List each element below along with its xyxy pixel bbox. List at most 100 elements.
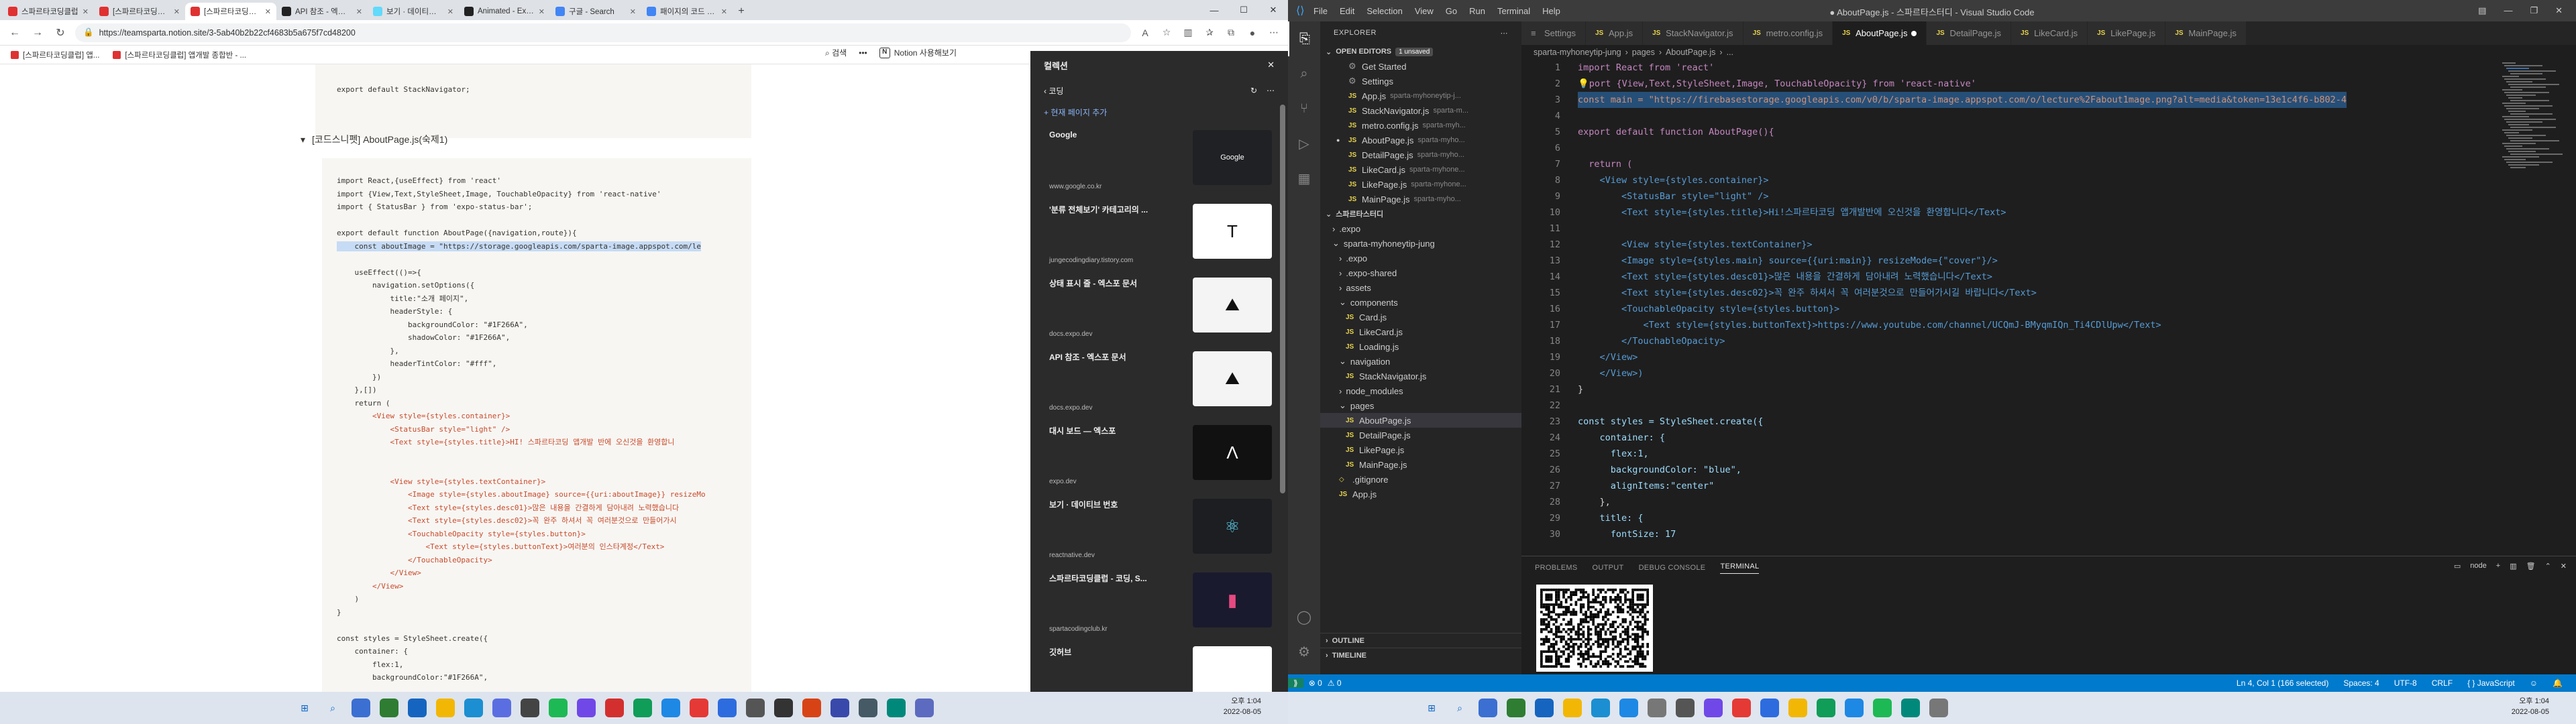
search-icon[interactable]: ⌕ [1288,56,1320,91]
menu-go[interactable]: Go [1446,6,1457,16]
extensions-icon[interactable]: ▦ [1288,161,1320,196]
tree-folder[interactable]: › .expo [1320,251,1521,265]
store-icon[interactable] [1619,699,1638,717]
collections-icon[interactable]: ⧉ [1224,25,1238,40]
open-editor-item[interactable]: JS App.js sparta-myhoneytip-j... [1320,88,1521,103]
app-icon[interactable] [1901,699,1920,717]
browser-tab[interactable]: [스파르타코딩클럽] 앱개발… ✕ [185,3,276,20]
breadcrumb-item[interactable]: pages [1632,48,1655,57]
collection-item[interactable]: 보기 · 데이티브 번호 reactnative.dev ⚛ [1042,493,1279,564]
app-icon[interactable] [1648,699,1666,717]
open-editor-item[interactable]: JS DetailPage.js sparta-myho... [1320,147,1521,162]
editor-tab[interactable]: JS metro.config.js [1743,21,1833,45]
editor-tab[interactable]: ≡ Settings [1521,21,1586,45]
open-editor-item[interactable]: JS metro.config.js sparta-myh... [1320,118,1521,133]
collection-item[interactable]: API 참조 - 엑스포 문서 docs.expo.dev ⛰ [1042,346,1279,417]
close-icon[interactable]: ✕ [356,7,362,16]
chat-icon[interactable] [408,699,427,717]
collection-item[interactable]: 대시 보드 — 엑스포 expo.dev Λ [1042,420,1279,491]
minimize-icon[interactable]: — [2504,5,2512,16]
app-icon[interactable] [802,699,821,717]
app-icon[interactable] [1929,699,1948,717]
encoding[interactable]: UTF-8 [2394,678,2417,688]
favorites-icon[interactable]: ✰ [1202,25,1217,40]
maximize-icon[interactable]: ☐ [1229,5,1258,15]
remote-icon[interactable]: ⟫ [1288,678,1303,688]
close-icon[interactable]: ✕ [721,7,727,16]
menu-help[interactable]: Help [1542,6,1560,16]
terminal-selector[interactable]: node [2470,562,2486,570]
tree-folder[interactable]: › .expo [1320,221,1521,236]
task-view-icon[interactable] [352,699,370,717]
indentation[interactable]: Spaces: 4 [2343,678,2379,688]
explorer-icon[interactable]: ⎘ [1288,21,1320,56]
breadcrumb-item[interactable]: sparta-myhoneytip-jung [1534,48,1621,57]
open-editor-item[interactable]: ● JS AboutPage.js sparta-myho... [1320,133,1521,147]
tree-folder[interactable]: ⌄ sparta-myhoneytip-jung [1320,236,1521,251]
app-icon[interactable] [605,699,624,717]
widgets-icon[interactable] [380,699,398,717]
close-icon[interactable]: ✕ [83,7,89,16]
browser-tab[interactable]: Animated - Expo Docume… ✕ [459,3,550,20]
open-editor-item[interactable]: JS LikePage.js sparta-myhone... [1320,177,1521,192]
tree-folder[interactable]: › node_modules [1320,383,1521,398]
code-editor[interactable]: 1 import React from 'react' 2 💡port {View,T… [1521,60,2576,556]
panel-tab-terminal[interactable]: TERMINAL [1720,562,1760,574]
app-icon[interactable] [1817,699,1835,717]
trash-icon[interactable]: 🗑 [2526,562,2536,570]
app-icon[interactable] [690,699,708,717]
profile-icon[interactable]: ● [1245,25,1260,40]
app-icon[interactable] [577,699,596,717]
clock[interactable]: 오후 1:04 2022-08-05 [1224,696,1261,717]
outline-section[interactable]: › OUTLINE [1320,633,1521,648]
toggle-block[interactable]: ▾ [코드스니펫] AboutPage.js(숙제1) [301,133,447,146]
more-icon[interactable]: ⋯ [1267,86,1275,95]
tree-file[interactable]: JS LikeCard.js [1320,324,1521,339]
read-aloud-icon[interactable]: A [1138,25,1152,40]
restore-icon[interactable]: ❐ [2530,5,2538,16]
search-icon[interactable]: ⌕ [1450,699,1469,717]
unsaved-dot-icon[interactable] [1911,30,1917,36]
close-panel-icon[interactable]: ✕ [2561,562,2567,570]
tree-file[interactable]: JS App.js [1320,487,1521,501]
app-icon[interactable] [718,699,737,717]
app-icon[interactable] [1873,699,1892,717]
menu-edit[interactable]: Edit [1340,6,1354,16]
app-icon[interactable] [1732,699,1751,717]
tree-folder[interactable]: ⌄ components [1320,295,1521,310]
tree-file[interactable]: JS DetailPage.js [1320,428,1521,442]
minimap[interactable] [2500,60,2567,194]
app-icon[interactable] [661,699,680,717]
app-icon[interactable] [1760,699,1779,717]
open-editor-item[interactable]: JS MainPage.js sparta-myho... [1320,192,1521,206]
source-control-icon[interactable]: ⑂ [1288,91,1320,126]
try-notion-link[interactable]: Notion 사용해보기 [894,47,957,58]
reload-icon[interactable]: ↻ [52,26,68,40]
clock[interactable]: 오후 1:04 2022-08-05 [2512,696,2549,717]
app-icon[interactable] [746,699,765,717]
tree-file[interactable]: JS Card.js [1320,310,1521,324]
tree-file[interactable]: JS MainPage.js [1320,457,1521,472]
breadcrumb-item[interactable]: [스파르타코딩클럽] 앱... [11,50,99,60]
edge-icon[interactable] [1591,699,1610,717]
browser-tab[interactable]: API 참조 - 엑스포 문서 ✕ [276,3,368,20]
forward-icon[interactable]: → [30,27,46,39]
app-icon[interactable] [859,699,877,717]
tree-folder[interactable]: › assets [1320,280,1521,295]
edge-icon[interactable] [464,699,483,717]
menu-run[interactable]: Run [1469,6,1485,16]
more-button[interactable]: ••• [859,48,867,58]
app-icon[interactable] [1676,699,1695,717]
add-terminal-icon[interactable]: + [2496,562,2500,570]
more-icon[interactable]: ⋯ [1501,29,1509,38]
split-terminal-icon[interactable]: ▥ [2510,562,2516,570]
collection-item[interactable]: 스파르타코딩클럽 - 코딩, S... spartacodingclub.kr ▮ [1042,567,1279,638]
breadcrumb-item[interactable]: [스파르타코딩클럽] 앱개발 종합반 - ... [113,50,246,60]
close-icon[interactable]: ✕ [539,7,545,16]
tree-folder[interactable]: ⌄ pages [1320,398,1521,413]
url-field[interactable]: 🔒 https://teamsparta.notion.site/3-5ab40… [75,23,1131,42]
tree-folder[interactable]: › .expo-shared [1320,265,1521,280]
open-editor-item[interactable]: JS StackNavigator.js sparta-m... [1320,103,1521,118]
editor-tab[interactable]: JS DetailPage.js [1927,21,2012,45]
cursor-position[interactable]: Ln 4, Col 1 (166 selected) [2237,678,2328,688]
